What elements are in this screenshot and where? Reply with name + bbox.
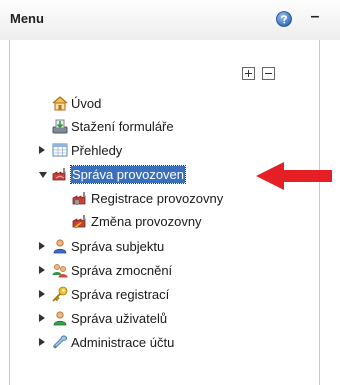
tree-item-registrace-provozovny[interactable]: Registrace provozovny xyxy=(72,190,262,208)
tree-item-label: Stažení formuláře xyxy=(71,119,174,134)
menu-title: Menu xyxy=(10,11,44,26)
tree-item-uvod[interactable]: Úvod xyxy=(52,95,172,113)
expand-arrow-icon[interactable] xyxy=(39,338,45,346)
expand-arrow-icon[interactable] xyxy=(39,314,45,322)
home-icon xyxy=(52,96,68,111)
tree-item-label: Administrace účtu xyxy=(71,335,175,350)
people-icon xyxy=(52,264,68,278)
tree-item-label: Registrace provozovny xyxy=(91,191,224,206)
tree-item-sprava-registraci[interactable]: Správa registrací xyxy=(39,286,209,304)
factory-icon xyxy=(52,168,66,181)
tree-item-sprava-provozoven[interactable]: Správa provozoven xyxy=(39,165,239,184)
tree-item-sprava-subjektu[interactable]: Správa subjektu xyxy=(39,238,209,256)
table-icon xyxy=(52,143,68,157)
red-pointer-arrow xyxy=(256,162,332,190)
tree-item-label: Přehledy xyxy=(71,143,123,158)
expand-arrow-icon[interactable] xyxy=(39,242,45,250)
tree-item-label: Správa registrací xyxy=(71,287,170,302)
plus-square-icon[interactable] xyxy=(242,67,255,80)
download-form-icon xyxy=(52,119,68,134)
minimize-button[interactable]: – xyxy=(304,6,326,28)
tree-item-label: Správa provozoven xyxy=(69,165,187,184)
tree-item-stazeni-formulare[interactable]: Stažení formuláře xyxy=(52,118,212,136)
collapse-arrow-icon[interactable] xyxy=(39,172,47,178)
wrench-icon xyxy=(53,335,67,349)
user-green-icon xyxy=(53,311,67,326)
person-icon xyxy=(53,239,67,254)
key-icon xyxy=(52,286,68,302)
factory-gear-icon xyxy=(72,192,86,205)
expand-arrow-icon[interactable] xyxy=(39,146,45,154)
tree-item-label: Správa subjektu xyxy=(71,239,165,254)
tree-item-sprava-uzivatelu[interactable]: Správa uživatelů xyxy=(39,310,209,328)
tree-item-sprava-zmocneni[interactable]: Správa zmocnění xyxy=(39,262,209,280)
factory-edit-icon xyxy=(72,215,86,229)
menu-header: Menu – xyxy=(0,0,340,40)
tree-item-label: Správa zmocnění xyxy=(71,263,173,278)
tree-item-zmena-provozovny[interactable]: Změna provozovny xyxy=(72,213,242,231)
tree-item-label: Změna provozovny xyxy=(91,214,202,229)
tree-item-label: Úvod xyxy=(71,96,102,111)
tree-item-label: Správa uživatelů xyxy=(71,311,168,326)
tree-item-administrace-uctu[interactable]: Administrace účtu xyxy=(39,334,219,352)
help-icon[interactable] xyxy=(276,11,292,27)
minus-square-icon[interactable] xyxy=(262,67,275,80)
expand-arrow-icon[interactable] xyxy=(39,290,45,298)
expand-arrow-icon[interactable] xyxy=(39,266,45,274)
tree-item-prehledy[interactable]: Přehledy xyxy=(39,142,179,160)
